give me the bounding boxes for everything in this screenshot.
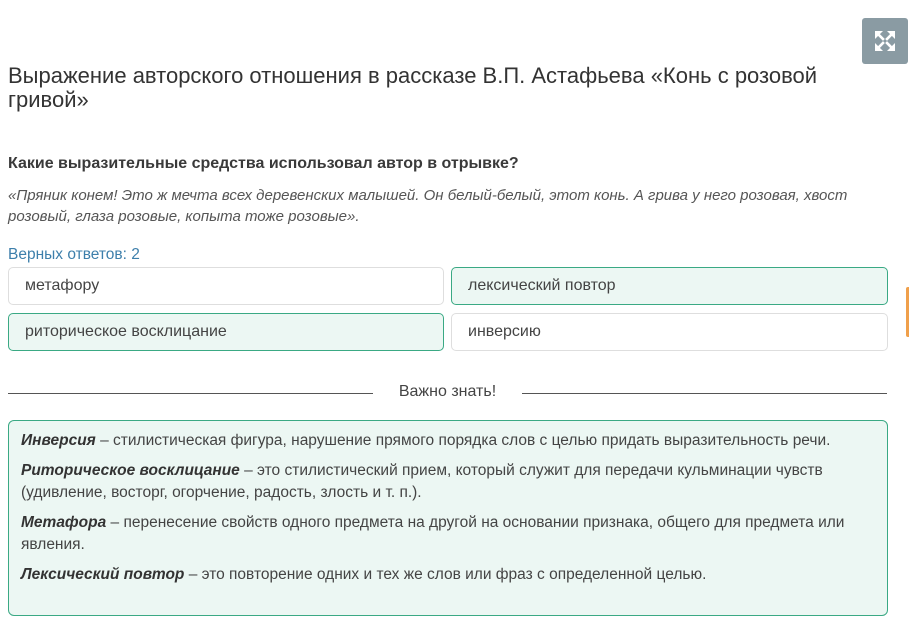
answer-option-inversion[interactable]: инверсию	[451, 313, 888, 351]
answer-option-label: метафору	[25, 277, 100, 294]
question-text: Какие выразительные средства использовал…	[8, 155, 519, 172]
important-heading-wrap: Важно знать!	[0, 382, 895, 402]
definition-metaphor: Метафора – перенесение свойств одного пр…	[21, 512, 875, 556]
definition-lexical-repeat: Лексический повтор – это повторение одни…	[21, 564, 875, 586]
answer-option-label: риторическое восклицание	[25, 323, 227, 340]
answer-option-label: инверсию	[468, 323, 541, 340]
question-quote: «Пряник конем! Это ж мечта всех деревенс…	[8, 187, 848, 225]
definition-text: – это повторение одних и тех же слов или…	[184, 566, 707, 583]
answer-option-label: лексический повтор	[468, 277, 616, 294]
definition-term: Метафора	[21, 514, 107, 531]
fullscreen-button[interactable]	[862, 18, 908, 64]
important-info-box: Инверсия – стилистическая фигура, наруше…	[8, 420, 888, 616]
important-heading: Важно знать!	[380, 383, 515, 400]
answer-option-metaphor[interactable]: метафору	[8, 267, 444, 305]
definition-text: – стилистическая фигура, нарушение прямо…	[95, 432, 831, 449]
definition-rhetorical-exclamation: Риторическое восклицание – это стилистич…	[21, 460, 875, 504]
definition-term: Риторическое восклицание	[21, 462, 240, 479]
expand-arrows-icon	[875, 31, 895, 51]
answer-option-rhetorical-exclamation[interactable]: риторическое восклицание	[8, 313, 444, 351]
answer-option-lexical-repeat[interactable]: лексический повтор	[451, 267, 888, 305]
definition-term: Инверсия	[21, 432, 96, 449]
definition-text: – перенесение свойств одного предмета на…	[21, 514, 845, 553]
definition-inversion: Инверсия – стилистическая фигура, наруше…	[21, 430, 875, 452]
correct-answers-count: Верных ответов: 2	[8, 246, 140, 263]
page-title: Выражение авторского отношения в рассказ…	[8, 63, 818, 112]
definition-term: Лексический повтор	[21, 566, 185, 583]
